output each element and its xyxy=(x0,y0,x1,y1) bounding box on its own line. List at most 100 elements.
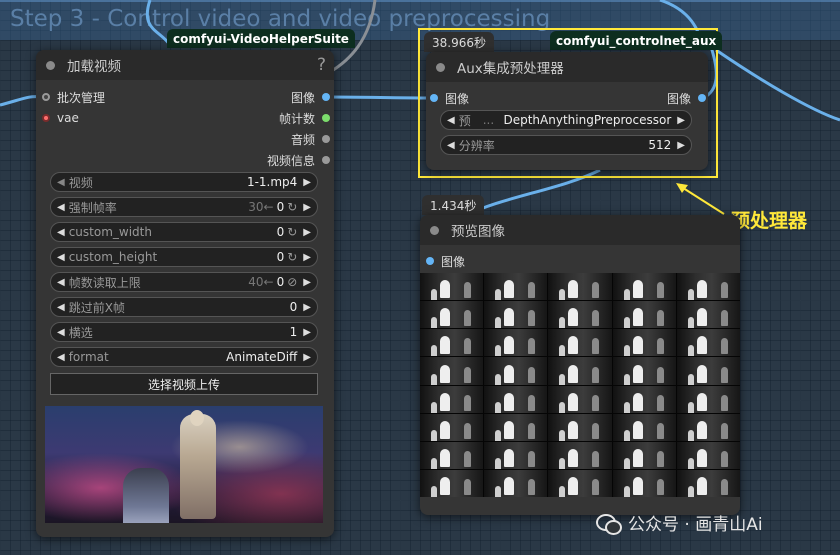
load-video-node[interactable]: 加载视频 ? 批次管理 vae 图像 帧计数 音频 视频信息 ◀ 视频 1-1.… xyxy=(36,50,334,537)
widget-select-every-nth[interactable]: ◀ 横选 1 ▶ xyxy=(50,322,318,342)
input-label: vae xyxy=(57,111,79,125)
increment-arrow-icon[interactable]: ▶ xyxy=(303,277,311,288)
decrement-arrow-icon[interactable]: ◀ xyxy=(57,177,65,188)
decrement-arrow-icon[interactable]: ◀ xyxy=(57,227,65,238)
output-label: 图像 xyxy=(290,90,315,105)
widget-value: AnimateDiff xyxy=(226,350,298,364)
widget-skip-first-frames[interactable]: ◀ 跳过前X帧 0 ▶ xyxy=(50,297,318,317)
widget-video[interactable]: ◀ 视频 1-1.mp4 ▶ xyxy=(50,172,318,192)
input-port-image[interactable] xyxy=(426,257,434,265)
widget-resolution[interactable]: ◀ 分辨率 512 ▶ xyxy=(440,135,692,155)
preview-figure xyxy=(180,414,216,519)
depth-thumbnail xyxy=(548,273,612,301)
output-port-int[interactable] xyxy=(322,114,330,122)
widget-label: 帧数读取上限 xyxy=(68,275,141,290)
wechat-icon xyxy=(596,513,622,535)
output-port-info[interactable] xyxy=(322,156,330,164)
collapse-dot[interactable] xyxy=(436,62,445,72)
disable-icon[interactable]: ⊘ xyxy=(287,275,297,289)
annotation-arrow xyxy=(679,185,725,215)
decrement-arrow-icon[interactable]: ◀ xyxy=(57,202,65,213)
output-port-image[interactable] xyxy=(322,93,330,101)
output-image[interactable]: 图像 xyxy=(291,88,330,106)
widget-force-rate[interactable]: ◀ 强制帧率 30← 0 ↻ ▶ xyxy=(50,197,318,217)
increment-arrow-icon[interactable]: ▶ xyxy=(303,327,311,338)
aux-node-title: Aux集成预处理器 xyxy=(457,61,564,77)
widget-custom-height[interactable]: ◀ custom_height 0 ↻ ▶ xyxy=(50,247,318,267)
output-port-audio[interactable] xyxy=(322,135,330,143)
widget-label: 预 xyxy=(458,113,471,128)
help-icon[interactable]: ? xyxy=(317,55,326,75)
increment-arrow-icon[interactable]: ▶ xyxy=(303,352,311,363)
input-vae[interactable]: vae xyxy=(42,109,79,127)
depth-thumbnail xyxy=(612,301,676,329)
increment-arrow-icon[interactable]: ▶ xyxy=(303,252,311,263)
depth-thumbnail xyxy=(612,469,676,497)
watermark-text: 公众号 · 画青山Ai xyxy=(628,515,763,535)
increment-arrow-icon[interactable]: ▶ xyxy=(677,140,685,151)
decrement-arrow-icon[interactable]: ◀ xyxy=(447,115,455,126)
depth-thumbnail xyxy=(420,413,484,441)
depth-thumbnail xyxy=(548,357,612,385)
depth-thumbnail xyxy=(612,273,676,301)
preview-node-header[interactable]: 预览图像 xyxy=(420,215,740,245)
output-video-info[interactable]: 视频信息 xyxy=(267,151,330,169)
decrement-arrow-icon[interactable]: ◀ xyxy=(57,277,65,288)
decrement-arrow-icon[interactable]: ◀ xyxy=(57,252,65,263)
input-port-vae[interactable] xyxy=(42,114,50,122)
reset-icon[interactable]: ↻ xyxy=(287,225,297,239)
depth-thumbnail xyxy=(484,273,548,301)
decrement-arrow-icon[interactable]: ◀ xyxy=(57,352,65,363)
preview-figure-head xyxy=(190,410,204,426)
load-video-node-header[interactable]: 加载视频 xyxy=(36,50,334,80)
depth-preview-grid[interactable] xyxy=(420,273,740,497)
widget-label: custom_height xyxy=(68,250,158,264)
aux-output-image[interactable]: 图像 xyxy=(667,89,706,107)
increment-arrow-icon[interactable]: ▶ xyxy=(303,302,311,313)
depth-thumbnail xyxy=(548,329,612,357)
aux-preprocessor-node[interactable]: Aux集成预处理器 图像 图像 ◀ 预 ... DepthAnythingPre… xyxy=(426,52,708,170)
widget-custom-width[interactable]: ◀ custom_width 0 ↻ ▶ xyxy=(50,222,318,242)
widget-value: 0 xyxy=(276,275,285,289)
increment-arrow-icon[interactable]: ▶ xyxy=(677,115,685,126)
depth-thumbnail xyxy=(420,273,484,301)
decrement-arrow-icon[interactable]: ◀ xyxy=(57,327,65,338)
output-audio[interactable]: 音频 xyxy=(291,130,330,148)
preview-input-image[interactable]: 图像 xyxy=(426,252,465,270)
widget-ellipsis: ... xyxy=(482,113,495,127)
preview-timer-badge: 1.434秒 xyxy=(422,195,485,215)
aux-timer-badge: 38.966秒 xyxy=(424,32,494,52)
depth-thumbnail xyxy=(420,469,484,497)
input-label: 图像 xyxy=(441,254,466,269)
aux-node-header[interactable]: Aux集成预处理器 xyxy=(426,52,708,82)
reset-icon[interactable]: ↻ xyxy=(287,250,297,264)
widget-hint: 40← xyxy=(248,275,274,289)
widget-label: 视频 xyxy=(68,175,93,190)
widget-frame-load-cap[interactable]: ◀ 帧数读取上限 40← 0 ⊘ ▶ xyxy=(50,272,318,292)
decrement-arrow-icon[interactable]: ◀ xyxy=(57,302,65,313)
aux-input-image[interactable]: 图像 xyxy=(430,89,469,107)
widget-format[interactable]: ◀ format AnimateDiff ▶ xyxy=(50,347,318,367)
output-frame-count[interactable]: 帧计数 xyxy=(279,109,330,127)
output-port-image[interactable] xyxy=(698,94,706,102)
depth-thumbnail xyxy=(548,469,612,497)
increment-arrow-icon[interactable]: ▶ xyxy=(303,202,311,213)
input-label: 批次管理 xyxy=(57,90,106,105)
input-port-gray[interactable] xyxy=(42,93,50,101)
increment-arrow-icon[interactable]: ▶ xyxy=(303,227,311,238)
depth-thumbnail xyxy=(420,301,484,329)
output-label: 视频信息 xyxy=(266,153,315,168)
increment-arrow-icon[interactable]: ▶ xyxy=(303,177,311,188)
collapse-dot[interactable] xyxy=(430,225,439,235)
decrement-arrow-icon[interactable]: ◀ xyxy=(447,140,455,151)
input-batch-manager[interactable]: 批次管理 xyxy=(42,88,105,106)
upload-video-button[interactable]: 选择视频上传 xyxy=(50,373,318,395)
reset-icon[interactable]: ↻ xyxy=(287,200,297,214)
depth-thumbnail xyxy=(612,413,676,441)
widget-preprocessor[interactable]: ◀ 预 ... DepthAnythingPreprocessor ▶ xyxy=(440,110,692,130)
collapse-dot[interactable] xyxy=(46,60,55,70)
output-label: 音频 xyxy=(290,132,315,147)
input-port-image[interactable] xyxy=(430,94,438,102)
wire-aux-out-right xyxy=(715,48,840,122)
widget-hint: 30← xyxy=(248,200,274,214)
